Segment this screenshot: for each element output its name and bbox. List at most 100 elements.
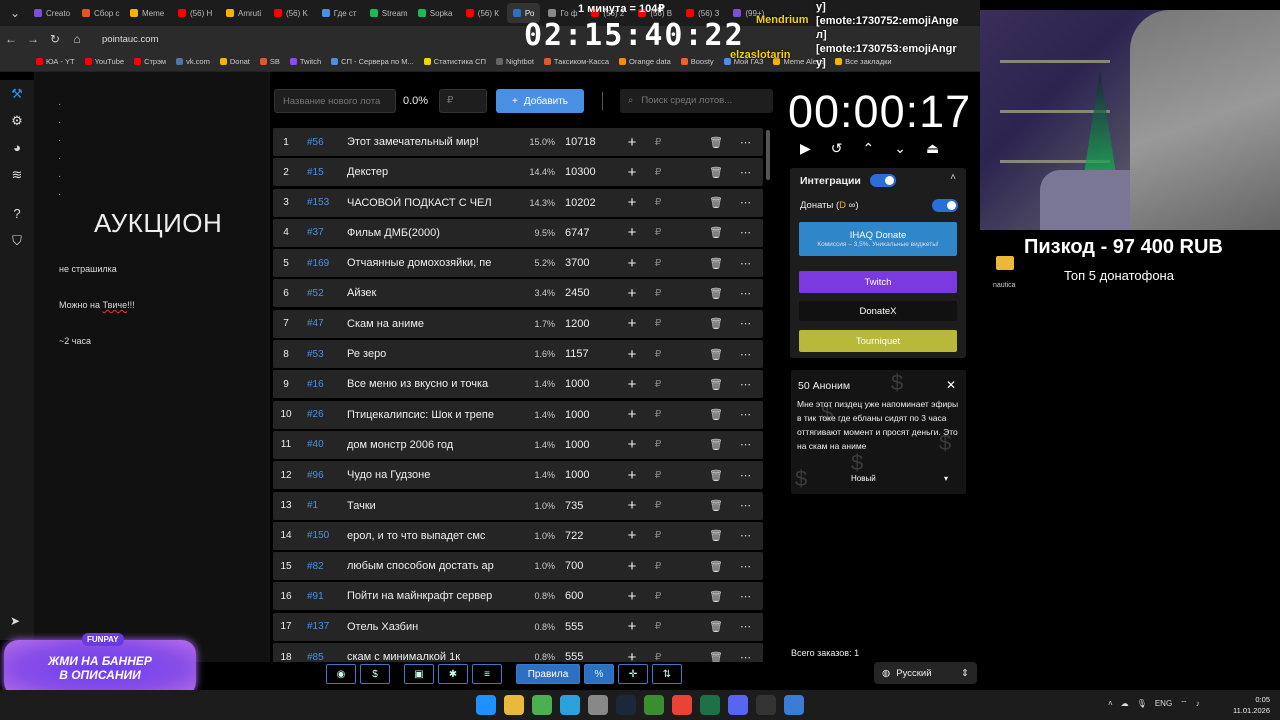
lot-row[interactable]: 12 #96 Чудо на Гудзоне 1.4% 1000 + ₽ 🗑 ⋯: [273, 461, 763, 490]
more-options-icon[interactable]: ⋯: [740, 590, 751, 603]
add-amount-icon[interactable]: +: [619, 164, 645, 181]
taskbar-app-icon[interactable]: [504, 695, 524, 715]
taskbar-app-icon[interactable]: [700, 695, 720, 715]
home-icon[interactable]: ⌂: [66, 32, 88, 46]
lot-id[interactable]: #53: [297, 349, 347, 360]
lot-id[interactable]: #153: [297, 197, 347, 208]
taskbar-clock[interactable]: 0:05 11.01.2026: [1224, 694, 1270, 716]
more-options-icon[interactable]: ⋯: [740, 529, 751, 542]
lot-amount[interactable]: 3700: [555, 257, 615, 269]
add-amount-icon[interactable]: +: [619, 558, 645, 575]
taskbar-app-icon[interactable]: [756, 695, 776, 715]
lot-row[interactable]: 11 #40 дом монстр 2006 год 1.4% 1000 + ₽ 🗑 ⋯: [273, 430, 763, 459]
lot-name[interactable]: Скам на аниме: [347, 318, 511, 330]
language-select[interactable]: ◍ Русский ⇕: [874, 662, 977, 684]
add-lot-button[interactable]: + Добавить: [496, 89, 584, 113]
lot-amount[interactable]: 10300: [555, 166, 615, 178]
ruble-icon[interactable]: ₽: [645, 137, 671, 148]
browser-tab[interactable]: (56) К: [460, 3, 505, 23]
add-amount-icon[interactable]: +: [619, 436, 645, 453]
status-dropdown-icon[interactable]: ▾: [944, 474, 948, 483]
lot-row[interactable]: 5 #169 Отчаянные домохозяйки, пе 5.2% 3700 +…: [273, 249, 763, 278]
browser-tab[interactable]: Creato: [28, 3, 74, 23]
more-options-icon[interactable]: ⋯: [740, 196, 751, 209]
lot-row[interactable]: 14 #150 ерол, и то что выпадет смс 1.0% 722…: [273, 521, 763, 550]
lot-name[interactable]: Отель Хазбин: [347, 621, 511, 633]
wifi-icon[interactable]: ⌔: [1180, 699, 1188, 709]
browser-tab[interactable]: (56) K: [268, 3, 314, 23]
delete-lot-icon[interactable]: 🗑: [709, 257, 723, 270]
lot-name[interactable]: ерол, и то что выпадет смс: [347, 530, 511, 542]
lot-amount[interactable]: 2450: [555, 287, 615, 299]
ruble-icon[interactable]: ₽: [645, 652, 671, 662]
lot-amount[interactable]: 1000: [555, 469, 615, 481]
tab-list-chevron-icon[interactable]: ⌄: [4, 6, 26, 20]
lot-name[interactable]: Ре зеро: [347, 348, 511, 360]
language-indicator[interactable]: ENG: [1155, 699, 1172, 709]
lot-row[interactable]: 8 #53 Ре зеро 1.6% 1157 + ₽ 🗑 ⋯: [273, 340, 763, 369]
lot-id[interactable]: #137: [297, 621, 347, 632]
taskbar-app-icon[interactable]: [476, 695, 496, 715]
close-icon[interactable]: ✕: [946, 378, 956, 392]
more-options-icon[interactable]: ⋯: [740, 166, 751, 179]
wheel-chart-icon[interactable]: ◕: [0, 134, 34, 161]
lot-name[interactable]: скам с минималкой 1к: [347, 651, 511, 662]
bookmark-item[interactable]: Orange data: [619, 57, 671, 66]
browser-tab[interactable]: Stream: [364, 3, 410, 23]
add-amount-icon[interactable]: +: [619, 134, 645, 151]
lot-search-input[interactable]: ⌕ Поиск среди лотов...: [620, 89, 773, 113]
lot-name[interactable]: дом монстр 2006 год: [347, 439, 511, 451]
lot-name[interactable]: Тачки: [347, 500, 511, 512]
ruble-icon[interactable]: ₽: [645, 561, 671, 572]
ruble-icon[interactable]: ₽: [645, 349, 671, 360]
add-amount-icon[interactable]: +: [619, 376, 645, 393]
tray-chevron-icon[interactable]: ˄: [1108, 699, 1113, 709]
more-options-icon[interactable]: ⋯: [740, 287, 751, 300]
ihaq-donate-button[interactable]: IHAQ Donate Комиссия – 3,5%. Уникальные …: [799, 222, 957, 256]
integrations-toggle[interactable]: [870, 174, 896, 187]
lot-id[interactable]: #52: [297, 288, 347, 299]
lot-id[interactable]: #47: [297, 318, 347, 329]
donatex-button[interactable]: DonateX: [799, 301, 957, 321]
back-icon[interactable]: ←: [0, 32, 22, 46]
merge-icon[interactable]: ✛: [618, 664, 648, 684]
bookmark-item[interactable]: Стрэм: [134, 57, 166, 66]
mic-icon[interactable]: 🎙: [1137, 699, 1147, 709]
lot-amount[interactable]: 10202: [555, 197, 615, 209]
more-options-icon[interactable]: ⋯: [740, 651, 751, 662]
lot-name[interactable]: Фильм ДМБ(2000): [347, 227, 511, 239]
lot-row[interactable]: 17 #137 Отель Хазбин 0.8% 555 + ₽ 🗑 ⋯: [273, 612, 763, 641]
new-lot-name-input[interactable]: Название нового лота: [274, 89, 396, 113]
add-amount-icon[interactable]: +: [619, 315, 645, 332]
url-field[interactable]: pointauc.com: [102, 34, 159, 45]
lot-amount[interactable]: 1157: [555, 348, 615, 360]
bookmark-item[interactable]: Статистика СП: [423, 57, 486, 66]
bookmark-item[interactable]: Таксиком-Касса: [543, 57, 609, 66]
delete-lot-icon[interactable]: 🗑: [709, 590, 723, 603]
bookmark-item[interactable]: ЮА - YT: [36, 57, 75, 66]
more-options-icon[interactable]: ⋯: [740, 469, 751, 482]
chevron-down-icon[interactable]: ⌄: [894, 140, 906, 157]
lot-name[interactable]: Птицекалипсис: Шок и трепе: [347, 409, 511, 421]
lot-row[interactable]: 18 #85 скам с минималкой 1к 0.8% 555 + ₽ 🗑 ⋯: [273, 643, 763, 662]
lot-amount[interactable]: 1000: [555, 439, 615, 451]
more-options-icon[interactable]: ⋯: [740, 226, 751, 239]
bookmark-item[interactable]: Twitch: [289, 57, 321, 66]
donate-dollar-button[interactable]: $: [360, 664, 390, 684]
browser-tab[interactable]: Amruti: [220, 3, 266, 23]
add-amount-icon[interactable]: +: [619, 406, 645, 423]
ruble-icon[interactable]: ₽: [645, 288, 671, 299]
lot-name[interactable]: Декстер: [347, 166, 511, 178]
lot-id[interactable]: #15: [297, 167, 347, 178]
add-amount-icon[interactable]: +: [619, 194, 645, 211]
delete-lot-icon[interactable]: 🗑: [709, 560, 723, 573]
lot-id[interactable]: #96: [297, 470, 347, 481]
lot-row[interactable]: 13 #1 Тачки 1.0% 735 + ₽ 🗑 ⋯: [273, 491, 763, 520]
lot-amount[interactable]: 1000: [555, 409, 615, 421]
rules-button[interactable]: Правила: [516, 664, 580, 684]
browser-tab[interactable]: Где ст: [316, 3, 362, 23]
lot-id[interactable]: #56: [297, 137, 347, 148]
ruble-icon[interactable]: ₽: [645, 167, 671, 178]
lot-row[interactable]: 9 #16 Все меню из вкусно и точка 1.4% 1000 + ₽…: [273, 370, 763, 399]
ruble-icon[interactable]: ₽: [645, 379, 671, 390]
